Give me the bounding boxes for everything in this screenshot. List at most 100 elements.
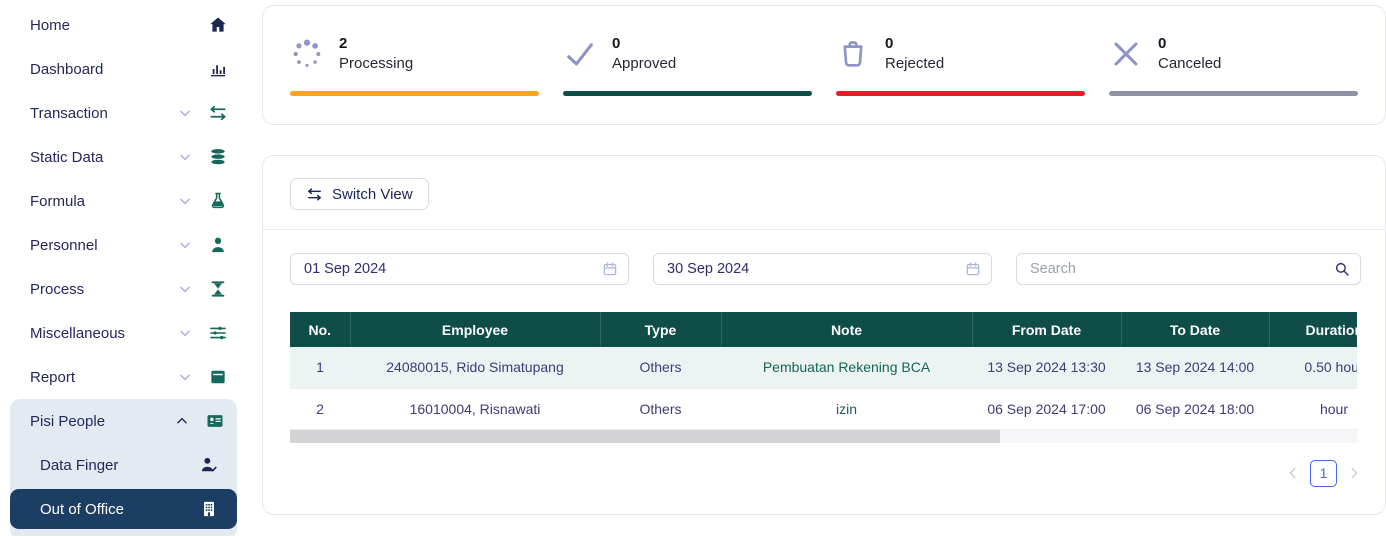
sidebar-item-static-data[interactable]: Static Data <box>0 135 250 179</box>
column-header-type: Type <box>600 312 721 347</box>
status-count: 0 <box>1158 34 1221 54</box>
search-field-wrap <box>1016 253 1361 285</box>
switch-view-button[interactable]: Switch View <box>290 178 429 210</box>
swap-arrows-icon <box>306 186 323 203</box>
spinner-icon <box>290 37 324 71</box>
column-header-employee: Employee <box>350 312 600 347</box>
cell-from-date: 06 Sep 2024 17:00 <box>972 388 1121 429</box>
database-icon <box>208 147 228 167</box>
filter-row <box>290 253 1361 285</box>
sidebar-item-process[interactable]: Process <box>0 267 250 311</box>
sidebar-item-label: Data Finger <box>40 457 199 474</box>
sidebar-item-label: Formula <box>30 193 178 210</box>
sidebar-item-label: Home <box>30 17 208 34</box>
calendar-icon[interactable] <box>964 260 982 278</box>
table-header-row: No. Employee Type Note From Date To Date… <box>290 312 1357 347</box>
prev-page-icon[interactable] <box>1286 466 1300 480</box>
table-row[interactable]: 1 24080015, Rido Simatupang Others Pembu… <box>290 347 1357 388</box>
status-bar-approved <box>563 91 812 96</box>
cell-duration: 0.50 hour <box>1269 347 1357 388</box>
out-of-office-table-wrap: No. Employee Type Note From Date To Date… <box>290 312 1357 430</box>
hourglass-icon <box>208 279 228 299</box>
sidebar-item-label: Dashboard <box>30 61 208 78</box>
sidebar-item-miscellaneous[interactable]: Miscellaneous <box>0 311 250 355</box>
from-date-input[interactable] <box>290 253 629 285</box>
id-card-icon <box>205 411 225 431</box>
column-header-to-date: To Date <box>1121 312 1269 347</box>
chevron-down-icon <box>178 106 192 120</box>
chevron-down-icon <box>178 326 192 340</box>
sidebar-item-out-of-office[interactable]: Out of Office <box>10 489 237 529</box>
sidebar-item-label: Static Data <box>30 149 178 166</box>
to-date-field-wrap <box>653 253 992 285</box>
status-label: Approved <box>612 53 676 74</box>
cell-type: Others <box>600 388 721 429</box>
main-content: 2 Processing 0 Approved <box>250 0 1386 536</box>
sidebar-item-pisi-people[interactable]: Pisi People <box>10 399 237 443</box>
sidebar-item-label: Process <box>30 281 178 298</box>
search-icon[interactable] <box>1333 260 1351 278</box>
sidebar-item-dashboard[interactable]: Dashboard <box>0 47 250 91</box>
table-row[interactable]: 2 16010004, Risnawati Others izin 06 Sep… <box>290 388 1357 429</box>
sidebar-item-personnel[interactable]: Personnel <box>0 223 250 267</box>
sidebar-item-label: Transaction <box>30 105 178 122</box>
status-card-approved[interactable]: 0 Approved <box>563 32 812 124</box>
cell-employee: 24080015, Rido Simatupang <box>350 347 600 388</box>
horizontal-scrollbar-thumb[interactable] <box>290 430 1000 443</box>
archive-icon <box>208 367 228 387</box>
status-count: 0 <box>612 34 676 54</box>
status-summary-card: 2 Processing 0 Approved <box>262 5 1386 125</box>
column-header-note: Note <box>721 312 972 347</box>
calendar-icon[interactable] <box>601 260 619 278</box>
person-icon <box>208 235 228 255</box>
sidebar-group-pisi-people: Pisi People Data Finger Out of Office <box>10 399 237 536</box>
home-icon <box>208 15 228 35</box>
trash-icon <box>836 37 870 71</box>
status-card-rejected[interactable]: 0 Rejected <box>836 32 1085 124</box>
search-input[interactable] <box>1016 253 1361 285</box>
sidebar-item-label: Report <box>30 369 178 386</box>
column-header-no: No. <box>290 312 350 347</box>
flask-icon <box>208 191 228 211</box>
to-date-input[interactable] <box>653 253 992 285</box>
sidebar-item-label: Personnel <box>30 237 178 254</box>
status-label: Canceled <box>1158 53 1221 74</box>
person-check-icon <box>199 455 219 475</box>
from-date-field-wrap <box>290 253 629 285</box>
sidebar: Home Dashboard Transaction Static Data <box>0 0 250 536</box>
page-number-button[interactable]: 1 <box>1310 460 1337 487</box>
cell-from-date: 13 Sep 2024 13:30 <box>972 347 1121 388</box>
sidebar-item-home[interactable]: Home <box>0 3 250 47</box>
cell-to-date: 06 Sep 2024 18:00 <box>1121 388 1269 429</box>
cell-no: 2 <box>290 388 350 429</box>
sidebar-item-report[interactable]: Report <box>0 355 250 399</box>
cell-employee: 16010004, Risnawati <box>350 388 600 429</box>
sidebar-item-label: Out of Office <box>40 501 199 518</box>
status-card-processing[interactable]: 2 Processing <box>290 32 539 124</box>
cell-note: izin <box>721 388 972 429</box>
status-label: Processing <box>339 53 413 74</box>
sidebar-item-transaction[interactable]: Transaction <box>0 91 250 135</box>
column-header-from-date: From Date <box>972 312 1121 347</box>
office-building-icon <box>199 499 219 519</box>
pagination: 1 <box>263 460 1361 487</box>
status-count: 0 <box>885 34 944 54</box>
sidebar-item-data-finger[interactable]: Data Finger <box>10 443 237 487</box>
status-card-canceled[interactable]: 0 Canceled <box>1109 32 1358 124</box>
sidebar-item-formula[interactable]: Formula <box>0 179 250 223</box>
status-label: Rejected <box>885 53 944 74</box>
cell-no: 1 <box>290 347 350 388</box>
next-page-icon[interactable] <box>1347 466 1361 480</box>
out-of-office-panel: Switch View <box>262 155 1386 515</box>
chevron-down-icon <box>178 194 192 208</box>
app-root: Home Dashboard Transaction Static Data <box>0 0 1386 536</box>
sliders-icon <box>208 323 228 343</box>
sidebar-item-label: Pisi People <box>30 413 175 430</box>
sidebar-item-label: Miscellaneous <box>30 325 178 342</box>
cell-note: Pembuatan Rekening BCA <box>721 347 972 388</box>
chevron-down-icon <box>178 150 192 164</box>
switch-view-label: Switch View <box>332 186 413 203</box>
chevron-down-icon <box>178 370 192 384</box>
close-icon <box>1109 37 1143 71</box>
status-count: 2 <box>339 34 413 54</box>
